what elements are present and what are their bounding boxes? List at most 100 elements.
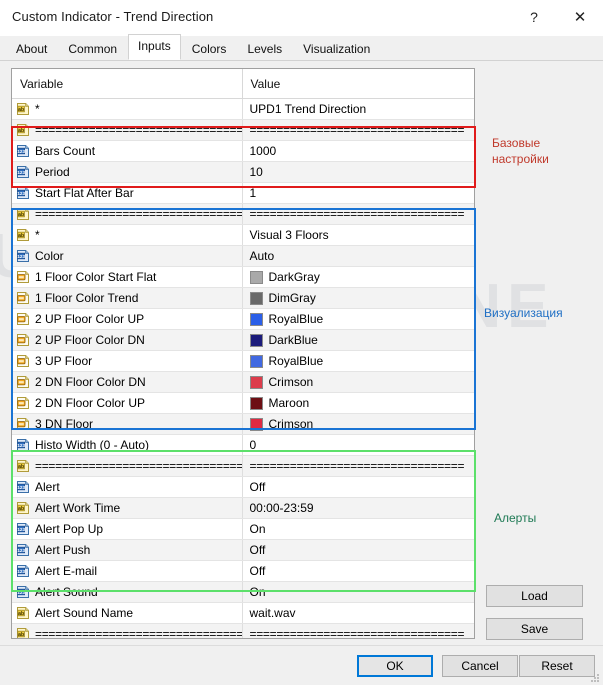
parameter-value-cell[interactable]: DimGray bbox=[242, 288, 474, 309]
parameter-value-cell[interactable]: DarkGray bbox=[242, 267, 474, 288]
parameter-value-cell[interactable]: Off bbox=[242, 561, 474, 582]
parameter-value-cell[interactable]: On bbox=[242, 519, 474, 540]
parameter-value-cell[interactable]: Off bbox=[242, 477, 474, 498]
table-row[interactable]: 123Start Flat After Bar1 bbox=[12, 183, 474, 204]
parameter-name-cell[interactable]: 123Start Flat After Bar bbox=[12, 183, 242, 204]
tab-common[interactable]: Common bbox=[58, 37, 127, 60]
table-row[interactable]: 123Alert PushOff bbox=[12, 540, 474, 561]
table-row[interactable]: ab*UPD1 Trend Direction bbox=[12, 99, 474, 120]
table-row[interactable]: ab*Visual 3 Floors bbox=[12, 225, 474, 246]
cancel-button[interactable]: Cancel bbox=[442, 655, 518, 677]
parameter-name-cell[interactable]: ab================================ bbox=[12, 204, 242, 225]
table-row[interactable]: 2 UP Floor Color DNDarkBlue bbox=[12, 330, 474, 351]
tab-inputs[interactable]: Inputs bbox=[128, 34, 181, 60]
table-row[interactable]: ab======================================… bbox=[12, 204, 474, 225]
parameter-value-cell[interactable]: DarkBlue bbox=[242, 330, 474, 351]
table-row[interactable]: 1 Floor Color Start FlatDarkGray bbox=[12, 267, 474, 288]
table-row[interactable]: 123AlertOff bbox=[12, 477, 474, 498]
resize-grip-icon[interactable] bbox=[590, 673, 600, 683]
parameter-name-cell[interactable]: 123Alert bbox=[12, 477, 242, 498]
parameter-value-cell[interactable]: wait.wav bbox=[242, 603, 474, 624]
parameter-name: Alert bbox=[35, 480, 60, 494]
column-header-variable[interactable]: Variable bbox=[12, 69, 242, 99]
parameter-name-cell[interactable]: 3 UP Floor bbox=[12, 351, 242, 372]
parameter-name-cell[interactable]: 123Alert Pop Up bbox=[12, 519, 242, 540]
table-row[interactable]: ab======================================… bbox=[12, 456, 474, 477]
parameter-value-cell[interactable]: ================================ bbox=[242, 456, 474, 477]
parameter-name-cell[interactable]: 123Alert E-mail bbox=[12, 561, 242, 582]
table-row[interactable]: 123Bars Count1000 bbox=[12, 141, 474, 162]
table-row[interactable]: 123Histo Width (0 - Auto)0 bbox=[12, 435, 474, 456]
parameter-value-cell[interactable]: ================================ bbox=[242, 120, 474, 141]
table-row[interactable]: 1 Floor Color Trend DimGray bbox=[12, 288, 474, 309]
parameter-value-cell[interactable]: 10 bbox=[242, 162, 474, 183]
table-row[interactable]: 123Period10 bbox=[12, 162, 474, 183]
parameter-value-cell[interactable]: Crimson bbox=[242, 372, 474, 393]
parameter-name-cell[interactable]: 123Alert Sound bbox=[12, 582, 242, 603]
table-row[interactable]: 3 UP FloorRoyalBlue bbox=[12, 351, 474, 372]
parameter-name-cell[interactable]: 2 UP Floor Color UP bbox=[12, 309, 242, 330]
column-header-value[interactable]: Value bbox=[242, 69, 474, 99]
parameter-name-cell[interactable]: 3 DN Floor bbox=[12, 414, 242, 435]
ab-string-icon: ab bbox=[16, 228, 30, 242]
parameter-value-cell[interactable]: UPD1 Trend Direction bbox=[242, 99, 474, 120]
parameters-grid-container[interactable]: Variable Value ab*UPD1 Trend Directionab… bbox=[11, 68, 475, 639]
parameter-value-cell[interactable]: RoyalBlue bbox=[242, 309, 474, 330]
table-row[interactable]: 2 UP Floor Color UPRoyalBlue bbox=[12, 309, 474, 330]
table-row[interactable]: 123Alert Pop UpOn bbox=[12, 519, 474, 540]
parameter-name-cell[interactable]: abAlert Sound Name bbox=[12, 603, 242, 624]
close-icon[interactable]: ✕ bbox=[557, 0, 603, 34]
table-row[interactable]: 123ColorAuto bbox=[12, 246, 474, 267]
parameter-name-cell[interactable]: 1 Floor Color Start Flat bbox=[12, 267, 242, 288]
color-palette-icon bbox=[16, 417, 30, 431]
parameter-name-cell[interactable]: 2 DN Floor Color DN bbox=[12, 372, 242, 393]
parameter-value-cell[interactable]: 1000 bbox=[242, 141, 474, 162]
parameter-value-cell[interactable]: Visual 3 Floors bbox=[242, 225, 474, 246]
table-row[interactable]: ab======================================… bbox=[12, 120, 474, 141]
parameter-name-cell[interactable]: 123Period bbox=[12, 162, 242, 183]
table-row[interactable]: abAlert Sound Namewait.wav bbox=[12, 603, 474, 624]
table-row[interactable]: 2 DN Floor Color DNCrimson bbox=[12, 372, 474, 393]
parameter-name: 1 Floor Color Trend bbox=[35, 291, 138, 305]
load-button[interactable]: Load bbox=[486, 585, 583, 607]
tab-levels[interactable]: Levels bbox=[237, 37, 292, 60]
color-swatch-icon bbox=[250, 334, 263, 347]
parameter-name-cell[interactable]: ab================================ bbox=[12, 456, 242, 477]
parameter-value-cell[interactable]: ================================ bbox=[242, 624, 474, 640]
tab-about[interactable]: About bbox=[6, 37, 57, 60]
parameter-name-cell[interactable]: abAlert Work Time bbox=[12, 498, 242, 519]
help-button[interactable]: ? bbox=[511, 0, 557, 34]
parameter-name-cell[interactable]: 1 Floor Color Trend bbox=[12, 288, 242, 309]
parameter-value-cell[interactable]: 0 bbox=[242, 435, 474, 456]
tab-colors[interactable]: Colors bbox=[182, 37, 237, 60]
parameter-name-cell[interactable]: 2 DN Floor Color UP bbox=[12, 393, 242, 414]
parameter-value-cell[interactable]: Crimson bbox=[242, 414, 474, 435]
parameter-value-cell[interactable]: RoyalBlue bbox=[242, 351, 474, 372]
parameter-name-cell[interactable]: 123Color bbox=[12, 246, 242, 267]
parameter-value-cell[interactable]: Maroon bbox=[242, 393, 474, 414]
table-row[interactable]: ab======================================… bbox=[12, 624, 474, 640]
reset-button[interactable]: Reset bbox=[519, 655, 595, 677]
parameter-name-cell[interactable]: ab================================ bbox=[12, 120, 242, 141]
parameter-value-cell[interactable]: 1 bbox=[242, 183, 474, 204]
table-row[interactable]: 3 DN FloorCrimson bbox=[12, 414, 474, 435]
table-row[interactable]: 123Alert E-mailOff bbox=[12, 561, 474, 582]
table-row[interactable]: 2 DN Floor Color UPMaroon bbox=[12, 393, 474, 414]
tab-visualization[interactable]: Visualization bbox=[293, 37, 380, 60]
parameter-value-cell[interactable]: ================================ bbox=[242, 204, 474, 225]
parameter-name-cell[interactable]: 123Alert Push bbox=[12, 540, 242, 561]
ok-button[interactable]: OK bbox=[357, 655, 433, 677]
save-button[interactable]: Save bbox=[486, 618, 583, 640]
parameter-name-cell[interactable]: 123Bars Count bbox=[12, 141, 242, 162]
table-row[interactable]: abAlert Work Time00:00-23:59 bbox=[12, 498, 474, 519]
table-row[interactable]: 123Alert SoundOn bbox=[12, 582, 474, 603]
parameter-value-cell[interactable]: 00:00-23:59 bbox=[242, 498, 474, 519]
parameter-name-cell[interactable]: ab* bbox=[12, 225, 242, 246]
parameter-name-cell[interactable]: ab* bbox=[12, 99, 242, 120]
parameter-name-cell[interactable]: ab================================ bbox=[12, 624, 242, 640]
parameter-value-cell[interactable]: Auto bbox=[242, 246, 474, 267]
parameter-value-cell[interactable]: Off bbox=[242, 540, 474, 561]
parameter-name-cell[interactable]: 2 UP Floor Color DN bbox=[12, 330, 242, 351]
parameter-name-cell[interactable]: 123Histo Width (0 - Auto) bbox=[12, 435, 242, 456]
parameter-value-cell[interactable]: On bbox=[242, 582, 474, 603]
